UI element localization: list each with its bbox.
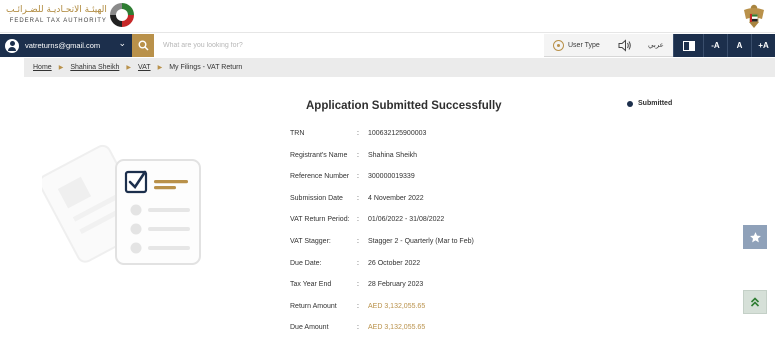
detail-label: VAT Return Period:	[290, 216, 350, 224]
detail-value-amount: AED 3,132,055.65	[368, 302, 426, 310]
detail-value-amount: AED 3,132,055.65	[368, 324, 426, 332]
detail-label: Reference Number	[290, 173, 350, 181]
breadcrumb-current: My Filings - VAT Return	[169, 64, 243, 71]
detail-value: Stagger 2 - Quarterly (Mar to Feb)	[368, 237, 474, 245]
gear-icon	[553, 40, 564, 51]
status-badge: Submitted	[627, 100, 672, 107]
favorite-button[interactable]	[743, 225, 767, 249]
user-icon	[5, 38, 19, 53]
top-navbar: vatreturns@gmail.com ⌄ User Type عربي -A…	[0, 34, 775, 57]
account-menu[interactable]: vatreturns@gmail.com ⌄	[0, 34, 132, 57]
contrast-button[interactable]	[673, 34, 703, 57]
page-title: Application Submitted Successfully	[306, 100, 502, 112]
detail-value: 26 October 2022	[368, 259, 421, 267]
chevron-down-icon: ⌄	[118, 38, 126, 48]
decrease-font-button[interactable]: -A	[703, 34, 727, 57]
checklist-illustration-icon	[42, 144, 201, 265]
detail-label: Registrant's Name	[290, 151, 348, 159]
detail-colon: :	[357, 216, 359, 224]
site-header: الهيئـة الاتحـاديـة للضـرائـب FEDERAL TA…	[0, 0, 775, 33]
speaker-icon[interactable]	[618, 39, 632, 52]
detail-colon: :	[357, 259, 359, 267]
detail-value: 4 November 2022	[368, 194, 424, 202]
detail-value: 28 February 2023	[368, 281, 424, 289]
star-icon	[749, 231, 761, 242]
double-chevron-up-icon	[750, 297, 760, 307]
uae-emblem-icon	[744, 4, 764, 28]
breadcrumb-vat[interactable]: VAT	[138, 64, 151, 71]
accessibility-controls: -A A +A	[673, 34, 775, 57]
detail-label: Return Amount	[290, 302, 337, 310]
detail-colon: :	[357, 194, 359, 202]
breadcrumb-arrow-icon: ▶	[157, 65, 163, 71]
normal-font-button[interactable]: A	[727, 34, 751, 57]
detail-colon: :	[357, 324, 359, 332]
breadcrumb-profile[interactable]: Shahina Sheikh	[70, 64, 119, 71]
fta-logo-icon	[109, 3, 134, 27]
detail-label: Submission Date	[290, 194, 343, 202]
user-type-label: User Type	[568, 42, 600, 49]
increase-font-button[interactable]: +A	[751, 34, 775, 57]
detail-colon: :	[357, 151, 359, 159]
status-dot-icon	[627, 100, 633, 107]
status-label: Submitted	[638, 100, 673, 107]
logo-text: الهيئـة الاتحـاديـة للضـرائـب FEDERAL TA…	[6, 4, 107, 26]
account-email: vatreturns@gmail.com	[25, 41, 101, 50]
contrast-icon	[682, 40, 695, 51]
detail-value: 300000019339	[368, 173, 415, 181]
detail-value: Shahina Sheikh	[368, 151, 418, 159]
fta-logo[interactable]: الهيئـة الاتحـاديـة للضـرائـب FEDERAL TA…	[6, 3, 134, 27]
breadcrumb: Home ▶ Shahina Sheikh ▶ VAT ▶ My Filings…	[24, 58, 775, 77]
detail-label: TRN	[290, 130, 305, 137]
detail-label: Due Amount	[290, 324, 329, 332]
breadcrumb-arrow-icon: ▶	[126, 65, 131, 71]
detail-colon: :	[357, 302, 359, 310]
detail-colon: :	[357, 281, 359, 289]
breadcrumb-home[interactable]: Home	[33, 64, 52, 71]
search-icon	[138, 40, 149, 51]
logo-english-text: FEDERAL TAX AUTHORITY	[9, 18, 107, 24]
submission-panel: Application Submitted Successfully Submi…	[24, 80, 775, 345]
detail-label: VAT Stagger:	[290, 237, 331, 245]
detail-label: Tax Year End	[290, 281, 332, 289]
detail-label: Due Date:	[290, 259, 322, 267]
search-button[interactable]	[132, 34, 154, 57]
search-input[interactable]	[154, 34, 544, 57]
logo-arabic-text: الهيئـة الاتحـاديـة للضـرائـب	[6, 5, 107, 15]
detail-value: 01/06/2022 - 31/08/2022	[368, 216, 445, 224]
detail-colon: :	[357, 130, 359, 137]
language-toggle[interactable]: عربي	[648, 34, 664, 57]
breadcrumb-arrow-icon: ▶	[58, 65, 64, 71]
user-type-selector[interactable]: User Type	[553, 34, 600, 57]
scroll-to-top-button[interactable]	[743, 290, 767, 314]
detail-colon: :	[357, 173, 359, 181]
detail-value: 100632125900003	[368, 130, 427, 137]
detail-colon: :	[357, 237, 359, 245]
